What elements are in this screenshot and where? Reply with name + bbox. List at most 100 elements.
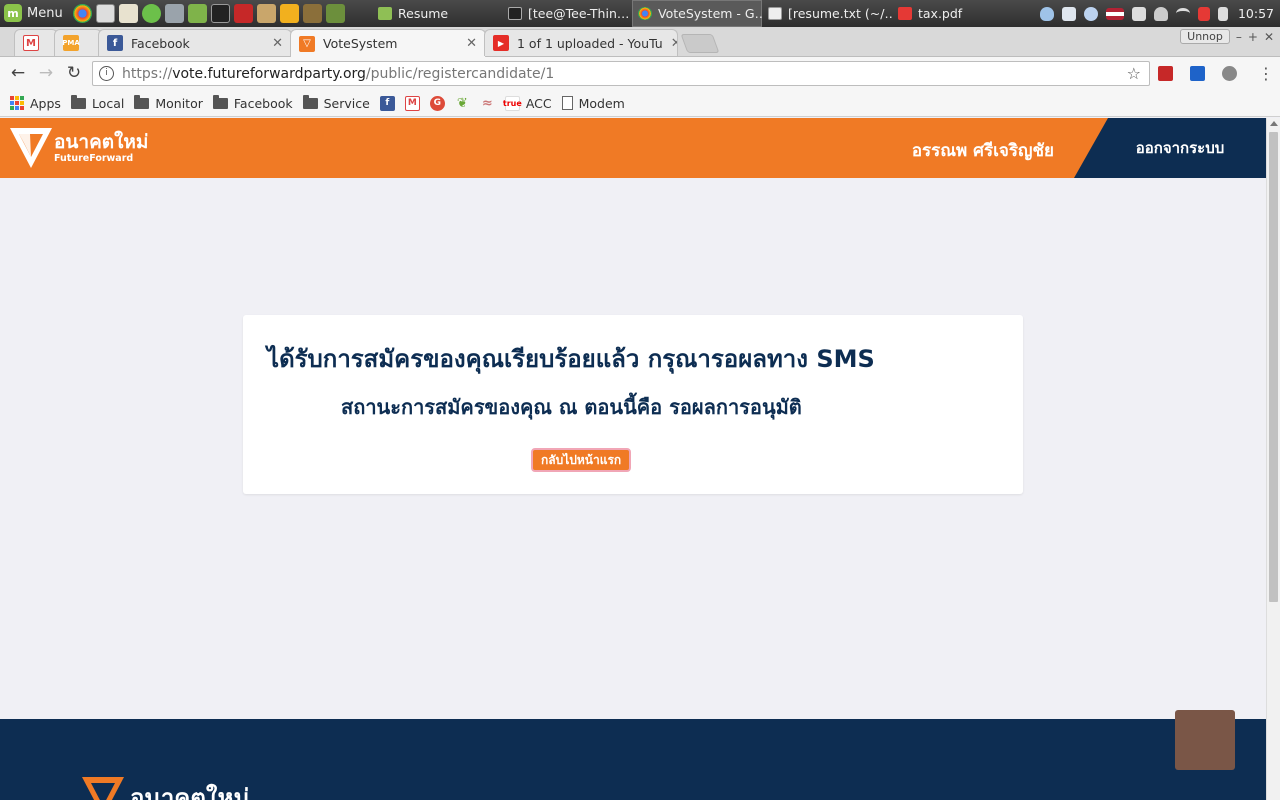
extension-bookmark-icon[interactable] [1190, 66, 1205, 81]
address-bar[interactable]: i https://vote.futureforwardparty.org/pu… [92, 61, 1150, 86]
battery-icon[interactable] [1197, 6, 1210, 21]
wifi-icon[interactable] [1175, 8, 1190, 19]
scrollbar-thumb[interactable] [1269, 132, 1278, 602]
task-label: Resume [398, 6, 449, 21]
close-icon[interactable]: ✕ [272, 36, 283, 51]
logout-area: ออกจากระบบ [1074, 118, 1266, 178]
close-window-icon[interactable]: ✕ [1264, 30, 1274, 44]
task-votesystem[interactable]: VoteSystem - G… [632, 0, 762, 27]
bookmark-folder-monitor[interactable]: Monitor [134, 94, 203, 111]
update-icon[interactable] [1131, 6, 1146, 21]
files-launcher-icon[interactable] [188, 4, 207, 23]
scroll-to-top-button[interactable] [1175, 710, 1235, 770]
youtube-icon: ▶ [493, 35, 509, 51]
folder-icon [70, 94, 86, 109]
bookmarks-bar: Apps Local Monitor Facebook Service f M … [0, 90, 1280, 117]
clock[interactable]: 10:57 [1238, 6, 1274, 21]
filezilla-launcher-icon[interactable] [234, 4, 253, 23]
bookmark-label: Apps [30, 95, 61, 111]
task-resume[interactable]: Resume [372, 0, 502, 27]
minimize-icon[interactable]: – [1236, 30, 1242, 44]
logout-button[interactable]: ออกจากระบบ [1136, 136, 1225, 160]
video-editor-launcher-icon[interactable] [303, 4, 322, 23]
task-list: Resume [tee@Tee-Thin… VoteSystem - G… [r… [372, 0, 1022, 27]
url-text: https://vote.futureforwardparty.org/publ… [122, 66, 554, 82]
bookmark-facebook[interactable]: f [379, 95, 395, 111]
tab-facebook[interactable]: f Facebook ✕ [98, 29, 292, 56]
system-tray: 10:57 [1039, 0, 1274, 27]
bookmark-star-icon[interactable]: ☆ [1127, 64, 1141, 83]
footer-logo-thai-text: อนาคตใหม่ [130, 783, 250, 800]
mint-logo-icon: m [4, 4, 22, 22]
back-to-home-button[interactable]: กลับไปหน้าแรก [531, 448, 632, 472]
shield-icon[interactable] [1039, 6, 1054, 21]
notes-launcher-icon[interactable] [280, 4, 299, 23]
bookmark-folder-service[interactable]: Service [302, 94, 370, 111]
bookmark-folder-facebook[interactable]: Facebook [212, 94, 293, 111]
google-plus-icon: G [429, 95, 445, 111]
back-arrow-icon[interactable]: ← [8, 63, 28, 83]
calculator-launcher-icon[interactable] [96, 4, 115, 23]
site-logo[interactable]: อนาคตใหม่ FutureForward [10, 128, 148, 168]
profile-button[interactable]: Unnop [1180, 29, 1230, 44]
task-resume-txt[interactable]: [resume.txt (~/… [762, 0, 892, 27]
close-icon[interactable]: ✕ [466, 36, 477, 51]
bookmark-acc[interactable]: true ACC [503, 95, 552, 111]
bluetooth-icon[interactable] [1083, 6, 1098, 21]
site-footer: อนาคตใหม่ [0, 719, 1266, 800]
image-viewer-launcher-icon[interactable] [326, 4, 345, 23]
logo-wordmark: อนาคตใหม่ FutureForward [54, 130, 149, 164]
facebook-icon: f [379, 95, 395, 111]
keyboard-layout-flag-icon[interactable] [1105, 7, 1124, 20]
bookmark-folder-local[interactable]: Local [70, 94, 124, 111]
user-icon[interactable] [1153, 6, 1168, 21]
url-scheme: https:// [122, 65, 173, 82]
extension-book-icon[interactable] [1158, 66, 1173, 81]
maximize-icon[interactable]: + [1248, 30, 1258, 44]
logo-thai-text: อนาคตใหม่ [54, 130, 149, 153]
volume-icon[interactable] [1217, 6, 1228, 21]
browser-menu-icon[interactable]: ⋮ [1258, 64, 1274, 83]
scroll-up-arrow-icon[interactable] [1270, 121, 1278, 126]
bookmark-gmail[interactable]: M [404, 95, 420, 111]
task-tax-pdf[interactable]: tax.pdf [892, 0, 1022, 27]
bookmark-sprout[interactable]: ❦ [455, 96, 470, 111]
tab-pma[interactable]: PMA [54, 29, 102, 56]
bookmark-modem[interactable]: Modem [561, 96, 625, 111]
facebook-icon: f [107, 35, 123, 51]
task-terminal[interactable]: [tee@Tee-Thin… [502, 0, 632, 27]
new-tab-button[interactable] [680, 34, 720, 53]
bookmark-label: Monitor [155, 95, 203, 111]
sync-launcher-icon[interactable] [142, 4, 161, 23]
chrome-icon [638, 7, 652, 20]
forward-arrow-icon[interactable]: → [36, 63, 56, 83]
page-scrollbar[interactable] [1266, 118, 1280, 800]
archive-launcher-icon[interactable] [257, 4, 276, 23]
extension-chat-icon[interactable] [1222, 66, 1237, 81]
os-taskbar: m Menu Resume [tee@Tee-Thin… VoteSystem … [0, 0, 1280, 27]
close-icon[interactable]: ✕ [671, 36, 677, 51]
tab-votesystem[interactable]: ▽ VoteSystem ✕ [290, 29, 486, 57]
futureforward-logo-icon [10, 128, 52, 168]
chrome-launcher-icon[interactable] [73, 4, 92, 23]
bookmark-google-plus[interactable]: G [429, 95, 445, 111]
terminal-launcher-icon[interactable] [211, 4, 230, 23]
bookmark-label: ACC [525, 95, 552, 111]
text-editor-launcher-icon[interactable] [119, 4, 138, 23]
start-menu-button[interactable]: m Menu [4, 3, 63, 23]
site-info-icon[interactable]: i [99, 66, 114, 81]
web-page: อนาคตใหม่ FutureForward อรรณพ ศรีเจริญชั… [0, 118, 1266, 800]
gmail-icon: M [23, 35, 39, 51]
bookmark-label: Service [323, 95, 370, 111]
bookmark-apps[interactable]: Apps [10, 96, 61, 111]
footer-logo[interactable]: อนาคตใหม่ [78, 777, 249, 800]
dropbox-icon[interactable] [1061, 6, 1076, 21]
tab-gmail[interactable]: M [14, 29, 58, 56]
tab-label: Facebook [131, 35, 190, 51]
logo-english-text: FutureForward [54, 152, 134, 164]
bookmark-label: Facebook [233, 95, 293, 111]
bookmark-feather[interactable]: ≈ [480, 96, 495, 111]
tab-youtube[interactable]: ▶ 1 of 1 uploaded - YouTu ✕ [484, 29, 678, 56]
disk-launcher-icon[interactable] [165, 4, 184, 23]
reload-icon[interactable]: ↻ [64, 63, 84, 83]
